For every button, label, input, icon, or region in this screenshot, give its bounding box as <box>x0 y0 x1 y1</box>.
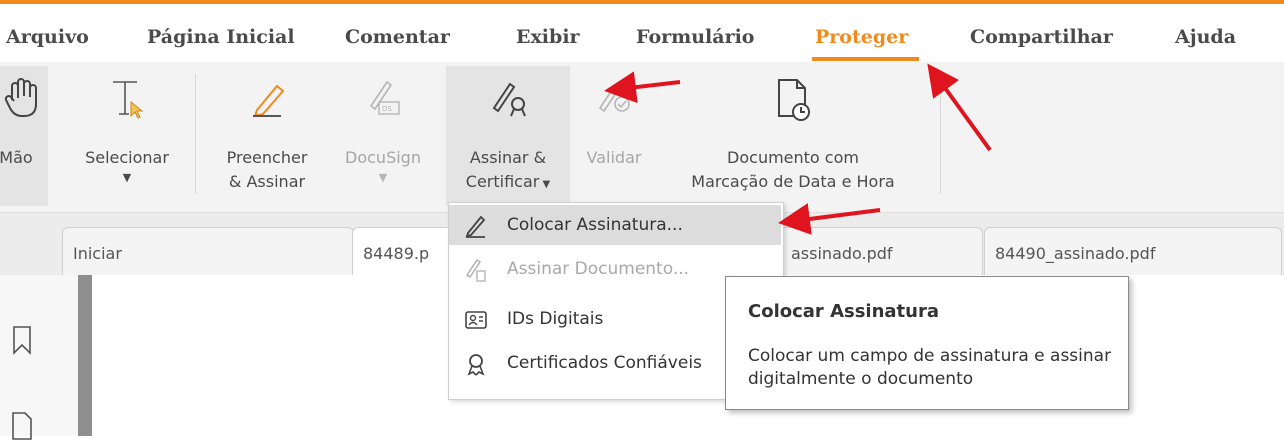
arrow-to-sign-certify <box>604 71 681 104</box>
arrow-to-colocar-assinatura <box>778 203 881 235</box>
arrow-to-proteger <box>927 63 992 152</box>
annotation-arrows <box>604 63 992 235</box>
